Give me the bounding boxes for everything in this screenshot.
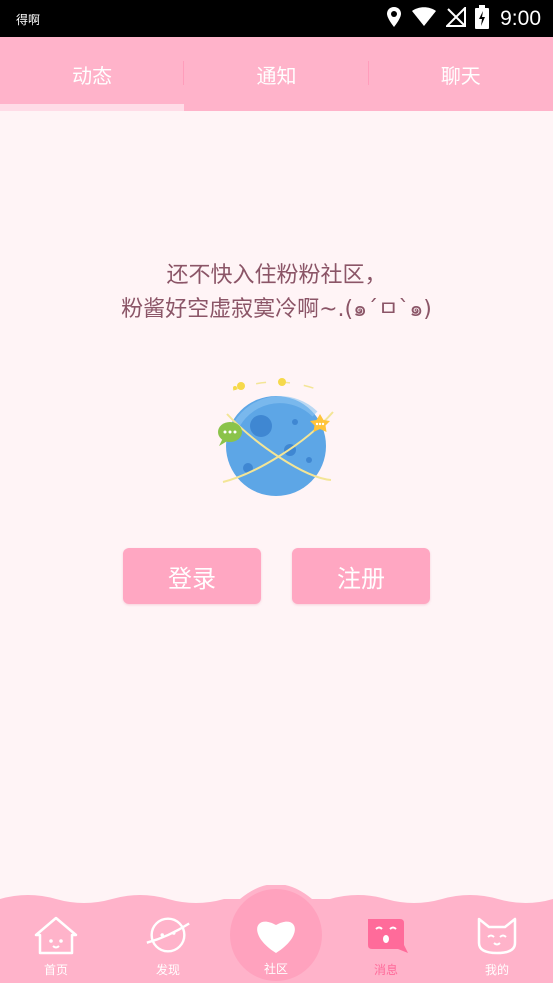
- tab-notifications-label: 通知: [256, 63, 297, 88]
- nav-item-community[interactable]: 社区: [231, 890, 321, 983]
- tab-chat[interactable]: 聊天: [369, 37, 553, 111]
- nav-label-discover: 发现: [155, 963, 180, 977]
- nav-item-profile[interactable]: 我的: [457, 911, 537, 983]
- wifi-icon: [411, 6, 437, 31]
- nav-label-community: 社区: [263, 962, 288, 976]
- status-icons: 9:00: [386, 4, 541, 33]
- login-button[interactable]: 登录: [123, 548, 261, 604]
- nav-label-home: 首页: [43, 963, 68, 977]
- top-tabs: 动态 通知 聊天: [0, 37, 553, 111]
- nav-item-home[interactable]: 首页: [16, 911, 96, 983]
- tab-chat-label: 聊天: [440, 63, 481, 88]
- tab-moments[interactable]: 动态: [0, 37, 185, 111]
- empty-state-line-2: 粉酱好空虚寂寞冷啊~.(๑´ㅁ`๑): [121, 297, 432, 322]
- nav-item-messages[interactable]: 消息: [346, 911, 426, 983]
- bottom-nav: 首页 发现 社区 消息 我的: [0, 885, 553, 983]
- tab-moments-label: 动态: [72, 63, 113, 88]
- cat-face-icon: [472, 911, 522, 957]
- status-bar: 得啊 9:00: [0, 0, 553, 37]
- nav-label-messages: 消息: [373, 963, 398, 977]
- nav-label-profile: 我的: [484, 963, 509, 977]
- heart-icon: [251, 912, 301, 958]
- house-icon: [31, 911, 81, 957]
- location-icon: [386, 6, 402, 32]
- register-button[interactable]: 注册: [292, 548, 430, 604]
- message-face-icon: [361, 911, 411, 957]
- no-signal-icon: [444, 5, 467, 31]
- planet-face-icon: [143, 911, 193, 957]
- carrier-label: 得啊: [16, 13, 41, 27]
- empty-state-message: 还不快入住粉粉社区， 粉酱好空虚寂寞冷啊~.(๑´ㅁ`๑): [0, 259, 553, 327]
- planet-illustration: [215, 374, 337, 498]
- clock: 9:00: [500, 6, 541, 30]
- active-tab-indicator: [0, 104, 184, 111]
- nav-item-discover[interactable]: 发现: [128, 911, 208, 983]
- tab-notifications[interactable]: 通知: [184, 37, 369, 111]
- empty-state-line-1: 还不快入住粉粉社区，: [166, 263, 387, 288]
- battery-charging-icon: [475, 4, 490, 33]
